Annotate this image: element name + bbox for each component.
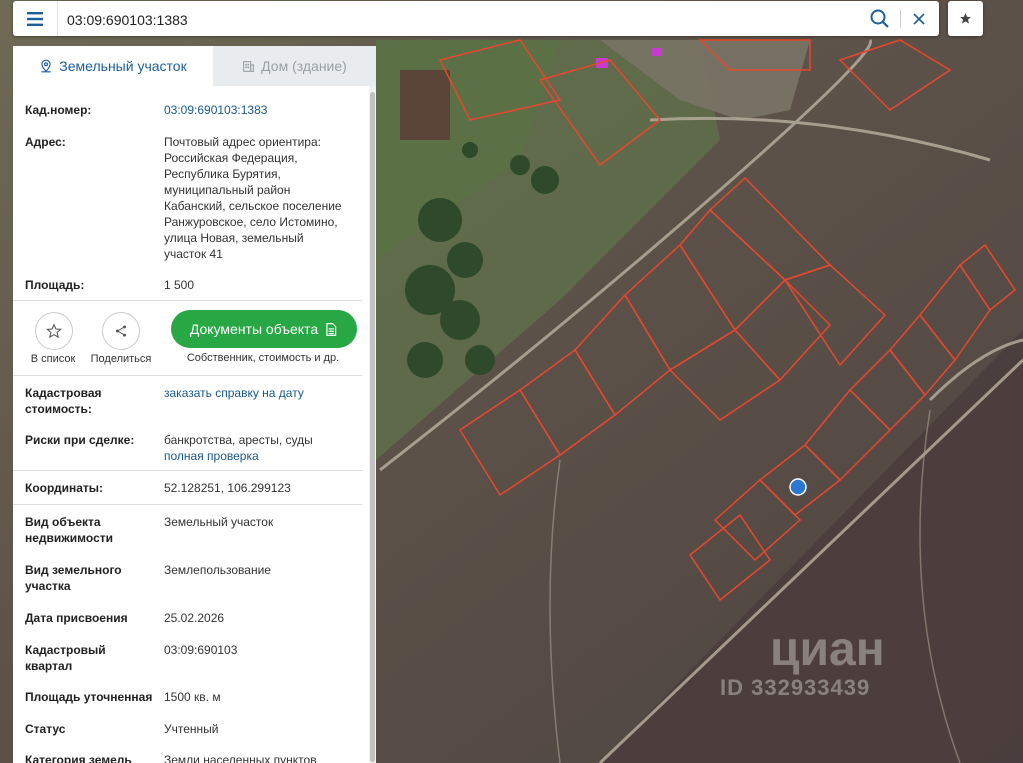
cad-cost-label: Кадастровая стоимость: bbox=[25, 385, 160, 417]
menu-button[interactable] bbox=[13, 1, 57, 36]
tab-land-plot[interactable]: Земельный участок bbox=[13, 46, 213, 86]
object-documents-subtitle: Собственник, стоимость и др. bbox=[186, 352, 340, 364]
search-icon bbox=[870, 9, 889, 28]
address-line: Кабанский, сельское поселение bbox=[164, 199, 342, 213]
coords-value: 52.128251, 106.299123 bbox=[164, 481, 291, 495]
refined-area-label: Площадь уточненная bbox=[25, 690, 153, 704]
divider bbox=[13, 300, 362, 301]
object-documents-label: Документы объекта bbox=[189, 321, 319, 337]
cad-quarter-value: 03:09:690103 bbox=[164, 643, 238, 657]
refined-area-value: 1500 кв. м bbox=[164, 690, 221, 704]
divider bbox=[13, 470, 362, 471]
star-outline-icon bbox=[46, 323, 62, 339]
scrollbar-thumb[interactable] bbox=[370, 92, 375, 762]
land-category-label: Категория земель bbox=[25, 753, 132, 763]
full-check-link[interactable]: полная проверка bbox=[164, 448, 359, 464]
location-marker[interactable] bbox=[789, 478, 807, 496]
land-category-value: Земли населенных пунктов bbox=[164, 753, 317, 763]
address-label: Адрес: bbox=[25, 135, 66, 149]
divider bbox=[13, 504, 362, 505]
document-icon bbox=[326, 322, 337, 336]
tab-house[interactable]: Дом (здание) bbox=[213, 46, 376, 86]
star-icon bbox=[960, 13, 971, 24]
address-line: муниципальный район bbox=[164, 183, 291, 197]
panel-scrollbar[interactable] bbox=[369, 86, 376, 763]
address-line: Российская Федерация, bbox=[164, 151, 298, 165]
watermark-brand: циан bbox=[770, 623, 885, 676]
search-separator bbox=[900, 10, 901, 28]
search-input[interactable] bbox=[65, 5, 849, 34]
object-type-label-line: недвижимости bbox=[25, 531, 113, 545]
status-value: Учтенный bbox=[164, 722, 219, 736]
object-type-label-line: Вид объекта bbox=[25, 515, 101, 529]
share-icon bbox=[116, 325, 126, 337]
address-line: участок 41 bbox=[164, 247, 223, 261]
cad-cost-label-line: стоимость: bbox=[25, 402, 92, 416]
order-certificate-link[interactable]: заказать справку на дату bbox=[164, 385, 359, 401]
tab-land-plot-label: Земельный участок bbox=[59, 58, 187, 74]
address-line: Республика Бурятия, bbox=[164, 167, 281, 181]
tab-house-label: Дом (здание) bbox=[261, 58, 347, 74]
land-type-label-line: Вид земельного bbox=[25, 563, 122, 577]
assign-date-label: Дата присвоения bbox=[25, 611, 128, 625]
watermark: циан ID 332933439 bbox=[720, 625, 885, 701]
cad-quarter-label-line: Кадастровый bbox=[25, 643, 106, 657]
tab-bar: Земельный участок Дом (здание) bbox=[13, 46, 376, 86]
search-bar bbox=[13, 1, 939, 36]
share-button[interactable] bbox=[102, 312, 140, 350]
clear-button[interactable] bbox=[908, 8, 930, 30]
watermark-id: ID 332933439 bbox=[720, 675, 871, 700]
share-label: Поделиться bbox=[90, 353, 152, 365]
object-type-value: Земельный участок bbox=[164, 515, 274, 529]
address-value: Почтовый адрес ориентира: Российская Фед… bbox=[164, 134, 359, 262]
risks-label: Риски при сделке: bbox=[25, 433, 135, 447]
object-documents-button[interactable]: Документы объекта bbox=[171, 310, 357, 348]
cad-number-label: Кад.номер: bbox=[25, 103, 92, 117]
land-type-value: Землепользование bbox=[164, 563, 271, 577]
hamburger-icon bbox=[27, 11, 43, 26]
land-type-label: Вид земельного участка bbox=[25, 562, 160, 594]
risks-value: банкротства, аресты, суды bbox=[164, 433, 313, 447]
cad-number-value[interactable]: 03:09:690103:1383 bbox=[164, 102, 359, 118]
area-value: 1 500 bbox=[164, 278, 195, 292]
coords-label: Координаты: bbox=[25, 481, 104, 495]
cad-cost-label-line: Кадастровая bbox=[25, 386, 102, 400]
area-label: Площадь: bbox=[25, 278, 85, 292]
address-line: Ранжуровское, село Истомино, bbox=[164, 215, 338, 229]
search-button[interactable] bbox=[869, 8, 891, 30]
object-type-label: Вид объекта недвижимости bbox=[25, 514, 160, 546]
address-line: улица Новая, земельный bbox=[164, 231, 304, 245]
divider bbox=[13, 375, 362, 376]
address-line: Почтовый адрес ориентира: bbox=[164, 135, 321, 149]
building-icon bbox=[243, 60, 255, 72]
status-label: Статус bbox=[25, 722, 66, 736]
cad-quarter-label-line: квартал bbox=[25, 659, 73, 673]
add-to-list-button[interactable] bbox=[35, 312, 73, 350]
map-pin-icon bbox=[41, 59, 51, 73]
close-icon bbox=[913, 13, 925, 25]
info-panel: Земельный участок Дом (здание) Кад.номер… bbox=[13, 46, 376, 763]
land-type-label-line: участка bbox=[25, 579, 71, 593]
cad-quarter-label: Кадастровый квартал bbox=[25, 642, 160, 674]
favorite-button[interactable] bbox=[948, 1, 983, 36]
assign-date-value: 25.02.2026 bbox=[164, 611, 225, 625]
